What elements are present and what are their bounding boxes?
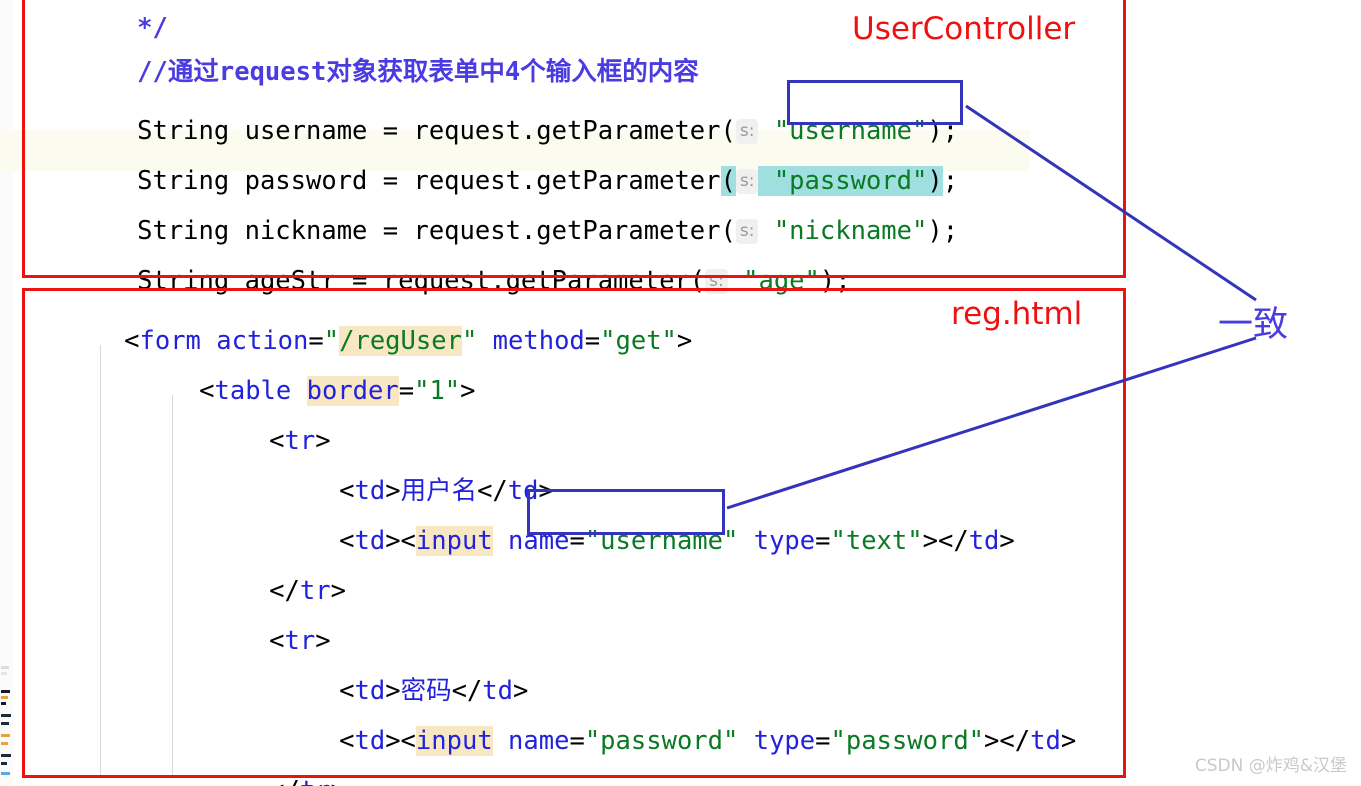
arrow-html-to-match <box>726 336 1257 510</box>
csdn-watermark: CSDN @炸鸡&汉堡 <box>1194 756 1347 776</box>
match-label: 一致 <box>1218 305 1289 345</box>
screenshot-root: */ //通过request对象获取表单中4个输入框的内容 String use… <box>0 0 1361 786</box>
arrow-java-to-match <box>965 104 1257 302</box>
connector-arrows <box>726 104 1257 510</box>
